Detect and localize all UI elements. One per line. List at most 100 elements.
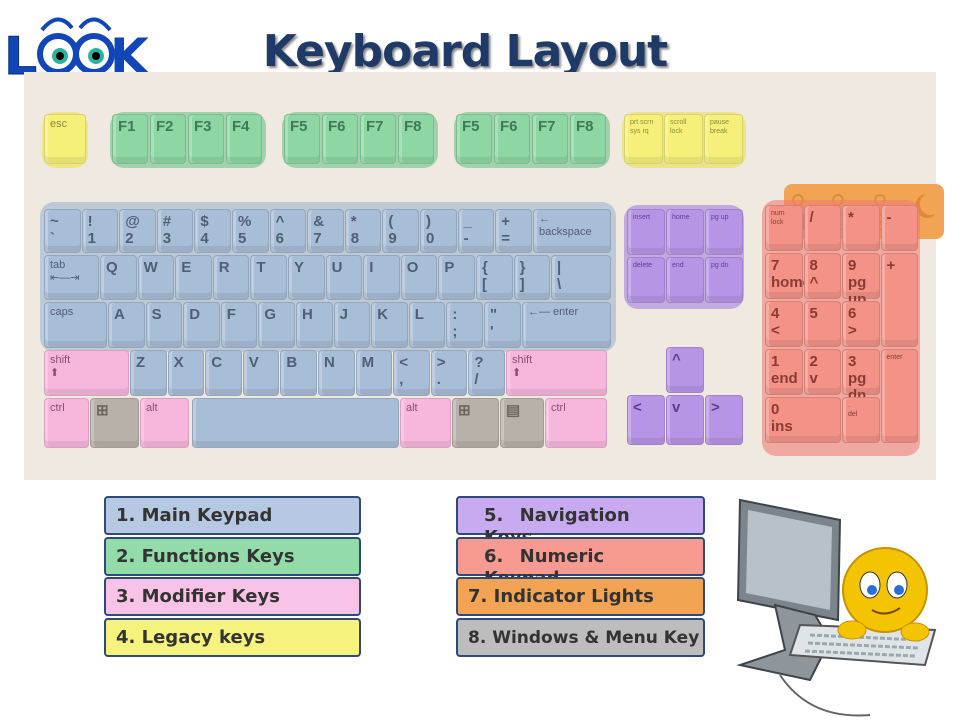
main-key[interactable]: L: [408, 302, 446, 348]
navigation-key[interactable]: delete: [627, 257, 665, 303]
main-key[interactable]: E: [175, 255, 212, 300]
function-key[interactable]: F5: [456, 114, 492, 164]
main-key[interactable]: # 3: [156, 209, 194, 253]
navigation-key[interactable]: insert: [627, 209, 665, 255]
main-key[interactable]: ) 0: [420, 209, 457, 253]
main-key[interactable]: H: [296, 302, 333, 348]
numpad-key[interactable]: 2 v: [803, 349, 841, 395]
numpad-key[interactable]: enter: [880, 349, 918, 443]
main-key[interactable]: < ,: [393, 350, 430, 396]
numpad-key[interactable]: . del: [842, 397, 880, 443]
main-key[interactable]: R: [212, 255, 250, 300]
main-key[interactable]: G: [258, 302, 295, 348]
main-key[interactable]: _ -: [457, 209, 495, 253]
legacy-key[interactable]: prt scrn sys rq: [624, 114, 663, 164]
main-key[interactable]: Z: [130, 350, 167, 396]
numpad-key[interactable]: 5: [803, 301, 841, 347]
main-key[interactable]: + =: [495, 209, 532, 253]
main-key[interactable]: M: [355, 350, 393, 396]
main-key[interactable]: ( 9: [382, 209, 419, 253]
main-key[interactable]: ~ `: [44, 209, 81, 253]
main-key[interactable]: Y: [288, 255, 325, 300]
function-key[interactable]: F6: [494, 114, 530, 164]
main-key[interactable]: P: [438, 255, 475, 300]
main-key[interactable]: ←— enter: [522, 302, 611, 348]
main-key[interactable]: ▤: [500, 398, 544, 448]
navigation-key[interactable]: home: [666, 209, 704, 255]
numpad-key[interactable]: 7 home: [765, 253, 811, 299]
main-key[interactable]: | \: [551, 255, 611, 300]
main-key[interactable]: > .: [430, 350, 468, 396]
main-key[interactable]: caps: [44, 302, 107, 348]
main-key[interactable]: alt: [400, 398, 451, 448]
main-key[interactable]: D: [183, 302, 220, 348]
main-key[interactable]: shift ⬆: [506, 350, 607, 396]
main-key[interactable]: ? /: [468, 350, 505, 396]
function-key[interactable]: F7: [532, 114, 568, 164]
esc-key[interactable]: esc: [44, 114, 86, 164]
main-key[interactable]: O: [400, 255, 438, 300]
numpad-key[interactable]: 0 ins: [765, 397, 841, 443]
main-key[interactable]: ⊞: [90, 398, 139, 448]
main-key[interactable]: A: [108, 302, 145, 348]
main-key[interactable]: & 7: [307, 209, 344, 253]
main-key[interactable]: K: [371, 302, 408, 348]
main-key[interactable]: " ': [484, 302, 521, 348]
main-key[interactable]: { [: [476, 255, 513, 300]
navigation-key[interactable]: end: [666, 257, 704, 303]
arrow-key[interactable]: v: [666, 395, 704, 445]
main-key[interactable]: V: [242, 350, 280, 396]
numpad-key[interactable]: num lock: [765, 205, 803, 251]
numpad-key[interactable]: 9 pg up: [842, 253, 880, 308]
numpad-key[interactable]: 8 ^: [803, 253, 841, 299]
main-key[interactable]: % 5: [232, 209, 269, 253]
main-key[interactable]: } ]: [513, 255, 551, 300]
arrow-up-key[interactable]: ^: [666, 347, 704, 393]
function-key[interactable]: F1: [112, 114, 148, 164]
arrow-key[interactable]: <: [627, 395, 665, 445]
main-key[interactable]: tab ⇤—⇥: [44, 255, 99, 300]
function-key[interactable]: F8: [570, 114, 606, 164]
main-key[interactable]: W: [137, 255, 175, 300]
main-key[interactable]: : ;: [446, 302, 483, 348]
main-key[interactable]: J: [333, 302, 371, 348]
main-key[interactable]: F: [220, 302, 258, 348]
numpad-key[interactable]: 6 >: [842, 301, 880, 347]
arrow-key[interactable]: >: [705, 395, 743, 445]
main-key[interactable]: T: [250, 255, 287, 300]
main-key[interactable]: shift ⬆: [44, 350, 129, 396]
navigation-key[interactable]: pg dn: [705, 257, 743, 303]
numpad-key[interactable]: -: [880, 205, 918, 251]
function-key[interactable]: F4: [226, 114, 262, 164]
main-key[interactable]: ⊞: [452, 398, 499, 448]
main-key[interactable]: @ 2: [119, 209, 156, 253]
numpad-key[interactable]: 1 end: [765, 349, 803, 395]
main-key[interactable]: X: [167, 350, 205, 396]
main-key[interactable]: Q: [100, 255, 137, 300]
navigation-key[interactable]: pg up: [705, 209, 743, 255]
legacy-key[interactable]: pause break: [704, 114, 743, 164]
main-key[interactable]: U: [325, 255, 363, 300]
numpad-key[interactable]: +: [880, 253, 918, 347]
main-key[interactable]: [192, 398, 399, 448]
numpad-key[interactable]: 4 <: [765, 301, 803, 347]
main-key[interactable]: ctrl: [44, 398, 89, 448]
function-key[interactable]: F2: [150, 114, 186, 164]
main-key[interactable]: ! 1: [81, 209, 119, 253]
function-key[interactable]: F7: [360, 114, 396, 164]
legacy-key[interactable]: scroll lock: [664, 114, 703, 164]
function-key[interactable]: F8: [398, 114, 434, 164]
main-key[interactable]: * 8: [344, 209, 382, 253]
numpad-key[interactable]: 3 pg dn: [842, 349, 880, 404]
numpad-key[interactable]: /: [803, 205, 841, 251]
main-key[interactable]: S: [145, 302, 183, 348]
main-key[interactable]: ctrl: [545, 398, 607, 448]
function-key[interactable]: F3: [188, 114, 224, 164]
main-key[interactable]: N: [318, 350, 355, 396]
function-key[interactable]: F5: [284, 114, 320, 164]
main-key[interactable]: ^ 6: [269, 209, 307, 253]
main-key[interactable]: $ 4: [194, 209, 231, 253]
main-key[interactable]: alt: [140, 398, 189, 448]
main-key[interactable]: B: [280, 350, 317, 396]
main-key[interactable]: I: [363, 255, 400, 300]
